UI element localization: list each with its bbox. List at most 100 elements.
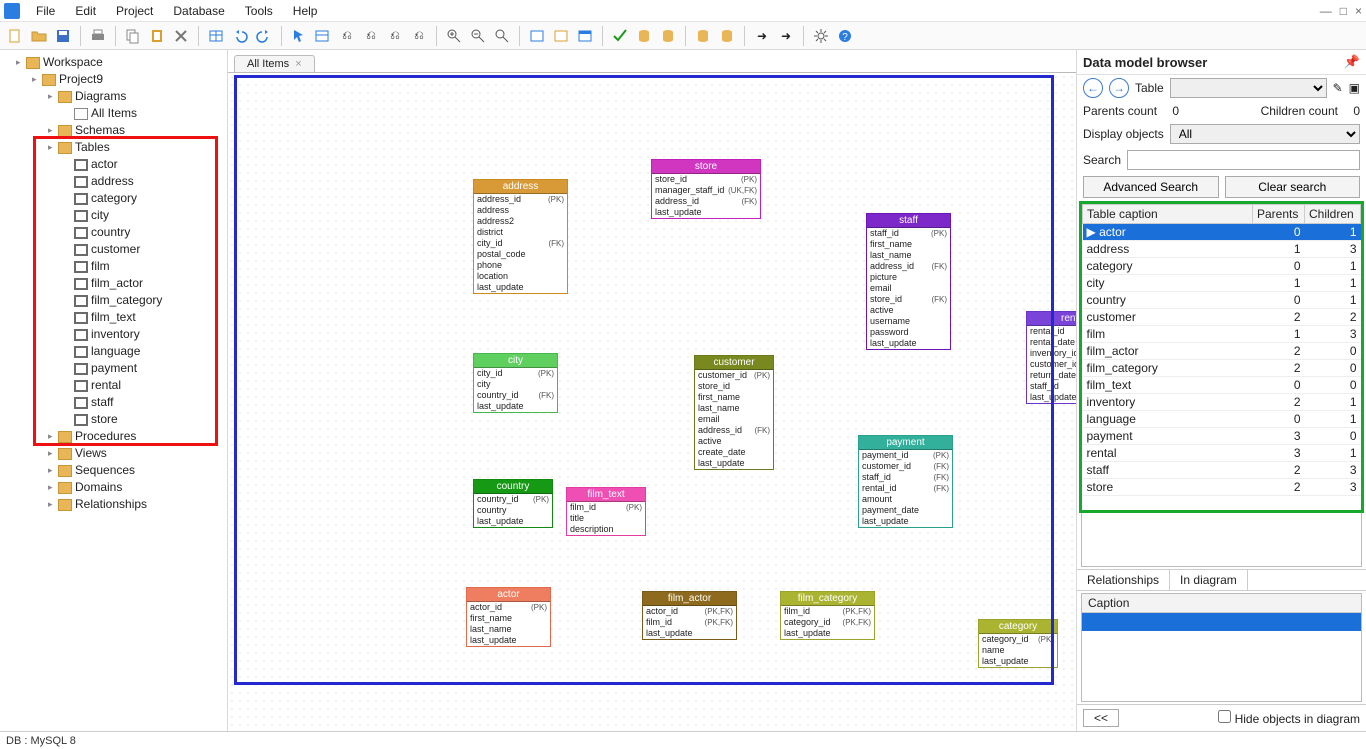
panel-2-icon[interactable]	[550, 25, 572, 47]
panel-1-icon[interactable]	[526, 25, 548, 47]
diagram-canvas[interactable]: addressaddress_id(PK)addressaddress2dist…	[228, 73, 1076, 731]
browser-row-address[interactable]: address13	[1083, 241, 1361, 258]
tree-table-inventory[interactable]: inventory	[64, 326, 227, 343]
save-icon[interactable]	[52, 25, 74, 47]
entity-payment[interactable]: paymentpayment_id(PK)customer_id(FK)staf…	[858, 435, 953, 528]
db-1-icon[interactable]	[633, 25, 655, 47]
browser-row-language[interactable]: language01	[1083, 411, 1361, 428]
browser-row-staff[interactable]: staff23	[1083, 462, 1361, 479]
browser-row-store[interactable]: store23	[1083, 479, 1361, 496]
browser-row-inventory[interactable]: inventory21	[1083, 394, 1361, 411]
relation-3-icon[interactable]: ⎌	[384, 25, 406, 47]
tree-table-film[interactable]: film	[64, 258, 227, 275]
browser-row-film_text[interactable]: film_text00	[1083, 377, 1361, 394]
tree-relationships[interactable]: Relationships	[48, 496, 227, 513]
clear-search-button[interactable]: Clear search	[1225, 176, 1361, 198]
subtab-relationships[interactable]: Relationships	[1077, 570, 1170, 590]
nav-back-icon[interactable]: ←	[1083, 78, 1103, 98]
entity-category[interactable]: categorycategory_id(PK)namelast_update	[978, 619, 1058, 668]
entity-country[interactable]: countrycountry_id(PK)countrylast_update	[473, 479, 553, 528]
db-4-icon[interactable]	[716, 25, 738, 47]
entity-city[interactable]: citycity_id(PK)citycountry_id(FK)last_up…	[473, 353, 558, 413]
tree-table-actor[interactable]: actor	[64, 156, 227, 173]
tree-table-country[interactable]: country	[64, 224, 227, 241]
entity-rental[interactable]: rentalrental_id(PK)rental_date(UK)invent…	[1026, 311, 1076, 404]
browser-table[interactable]: Table caption Parents Children ▶ actor01…	[1081, 203, 1362, 567]
col-caption[interactable]: Table caption	[1083, 205, 1253, 224]
advanced-search-button[interactable]: Advanced Search	[1083, 176, 1219, 198]
entity-film_text[interactable]: film_textfilm_id(PK)titledescription	[566, 487, 646, 536]
caption-grid[interactable]: Caption	[1081, 593, 1362, 702]
tree-table-payment[interactable]: payment	[64, 360, 227, 377]
menu-edit[interactable]: Edit	[65, 2, 106, 20]
tree-sequences[interactable]: Sequences	[48, 462, 227, 479]
browser-row-film[interactable]: film13	[1083, 326, 1361, 343]
browser-row-city[interactable]: city11	[1083, 275, 1361, 292]
table-icon[interactable]	[205, 25, 227, 47]
tree-table-customer[interactable]: customer	[64, 241, 227, 258]
help-icon[interactable]: ?	[834, 25, 856, 47]
hide-objects-checkbox[interactable]: Hide objects in diagram	[1218, 710, 1360, 726]
zoom-out-icon[interactable]	[467, 25, 489, 47]
tree-table-city[interactable]: city	[64, 207, 227, 224]
close-button[interactable]: ×	[1355, 4, 1362, 18]
browser-row-country[interactable]: country01	[1083, 292, 1361, 309]
entity-customer[interactable]: customercustomer_id(PK)store_idfirst_nam…	[694, 355, 774, 470]
browser-row-category[interactable]: category01	[1083, 258, 1361, 275]
pin-icon[interactable]: 📌	[1344, 54, 1360, 70]
menu-project[interactable]: Project	[106, 2, 163, 20]
relation-2-icon[interactable]: ⎌	[360, 25, 382, 47]
col-children[interactable]: Children	[1305, 205, 1361, 224]
tree-project[interactable]: Project9	[32, 71, 227, 88]
browser-row-film_actor[interactable]: film_actor20	[1083, 343, 1361, 360]
type-select[interactable]	[1170, 78, 1327, 98]
subtab-in-diagram[interactable]: In diagram	[1170, 570, 1248, 590]
menu-database[interactable]: Database	[163, 2, 234, 20]
relation-4-icon[interactable]: ⎌	[408, 25, 430, 47]
minimize-button[interactable]: —	[1320, 4, 1332, 18]
paste-icon[interactable]	[146, 25, 168, 47]
pointer-icon[interactable]	[288, 25, 310, 47]
tree-diagrams[interactable]: Diagrams	[48, 88, 227, 105]
delete-icon[interactable]	[170, 25, 192, 47]
new-file-icon[interactable]	[4, 25, 26, 47]
tree-table-staff[interactable]: staff	[64, 394, 227, 411]
new-table-icon[interactable]	[312, 25, 334, 47]
tree-schemas[interactable]: Schemas	[48, 122, 227, 139]
export-2-icon[interactable]: ➜	[775, 25, 797, 47]
tree-table-store[interactable]: store	[64, 411, 227, 428]
undo-icon[interactable]	[229, 25, 251, 47]
tree-workspace[interactable]: Workspace	[16, 54, 227, 71]
col-parents[interactable]: Parents	[1253, 205, 1305, 224]
open-folder-icon[interactable]	[28, 25, 50, 47]
nav-go-icon[interactable]: ▣	[1349, 81, 1360, 95]
entity-store[interactable]: storestore_id(PK)manager_staff_id(UK,FK)…	[651, 159, 761, 219]
menu-help[interactable]: Help	[283, 2, 328, 20]
browser-row-customer[interactable]: customer22	[1083, 309, 1361, 326]
export-1-icon[interactable]: ➜	[751, 25, 773, 47]
display-objects-select[interactable]: All	[1170, 124, 1360, 144]
db-3-icon[interactable]	[692, 25, 714, 47]
nav-first-button[interactable]: <<	[1083, 709, 1119, 727]
tree-domains[interactable]: Domains	[48, 479, 227, 496]
browser-row-payment[interactable]: payment30	[1083, 428, 1361, 445]
zoom-in-icon[interactable]	[443, 25, 465, 47]
edit-icon[interactable]: ✎	[1333, 81, 1343, 95]
tree-table-film_category[interactable]: film_category	[64, 292, 227, 309]
menu-file[interactable]: File	[26, 2, 65, 20]
tree-table-film_actor[interactable]: film_actor	[64, 275, 227, 292]
tree-tables[interactable]: Tables	[48, 139, 227, 156]
validate-icon[interactable]	[609, 25, 631, 47]
relation-1-icon[interactable]: ⎌	[336, 25, 358, 47]
browser-row-actor[interactable]: ▶ actor01	[1083, 224, 1361, 241]
tree-table-address[interactable]: address	[64, 173, 227, 190]
tree-table-language[interactable]: language	[64, 343, 227, 360]
tree-table-film_text[interactable]: film_text	[64, 309, 227, 326]
entity-actor[interactable]: actoractor_id(PK)first_namelast_namelast…	[466, 587, 551, 647]
project-tree[interactable]: Workspace Project9 Diagrams All Items Sc…	[0, 50, 228, 731]
copy-icon[interactable]	[122, 25, 144, 47]
browser-row-film_category[interactable]: film_category20	[1083, 360, 1361, 377]
db-2-icon[interactable]	[657, 25, 679, 47]
settings-icon[interactable]	[810, 25, 832, 47]
caption-selected-row[interactable]	[1082, 613, 1361, 631]
